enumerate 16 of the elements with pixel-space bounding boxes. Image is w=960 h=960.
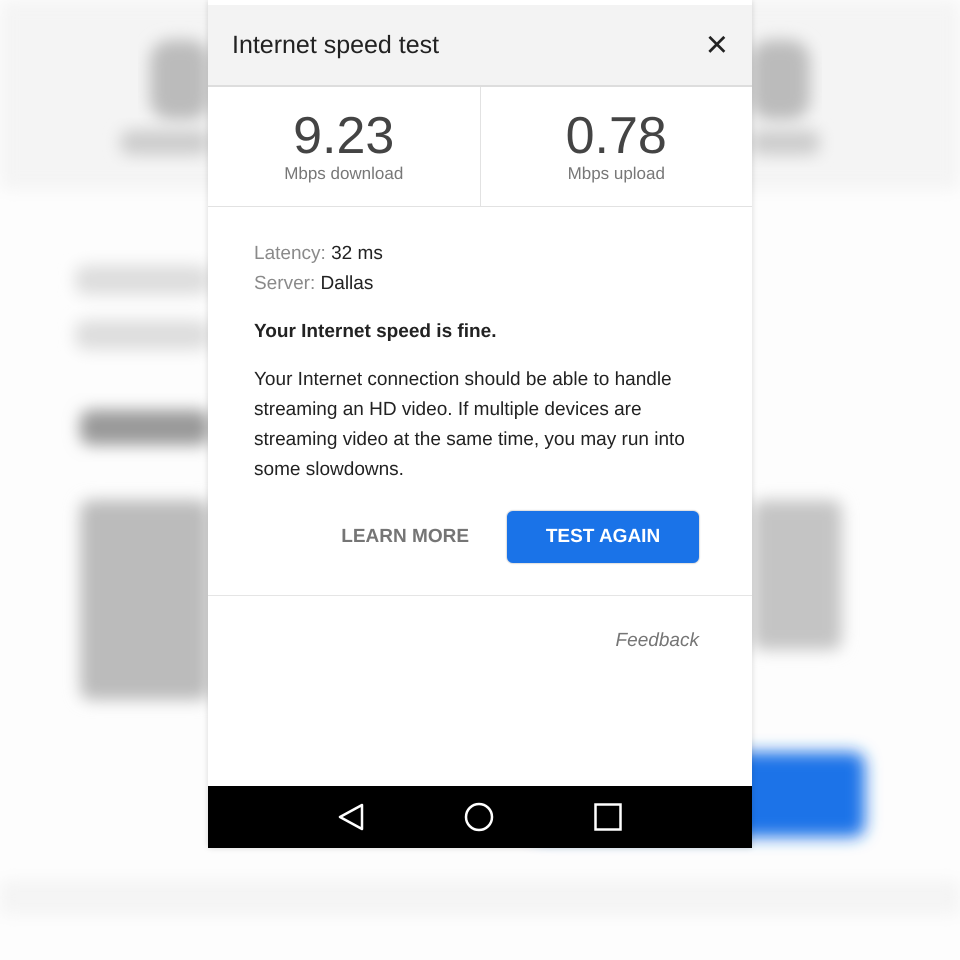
feedback-link[interactable]: Feedback [616,630,699,652]
recents-icon[interactable] [594,803,622,831]
close-button[interactable]: × [706,26,728,64]
verdict-heading: Your Internet speed is fine. [254,321,498,343]
speed-label: Mbps upload [568,164,665,184]
test-again-button[interactable]: TEST AGAIN [507,511,699,563]
learn-more-button[interactable]: LEARN MORE [341,512,469,562]
back-icon[interactable] [338,803,364,831]
info-line: Server: Dallas [254,272,374,296]
info-line: Latency: 32 ms [254,242,384,266]
speed-value: 0.78 [566,110,667,162]
home-icon[interactable] [464,802,494,832]
description-text: Your Internet connection should be able to handle streaming an HD video. If multiple devices are streaming video at the same time, you may run into some slowdowns. [254,368,686,482]
dialog-title: Internet speed test [232,30,440,60]
speed-value: 9.23 [293,110,394,162]
speed-label: Mbps download [284,164,404,184]
